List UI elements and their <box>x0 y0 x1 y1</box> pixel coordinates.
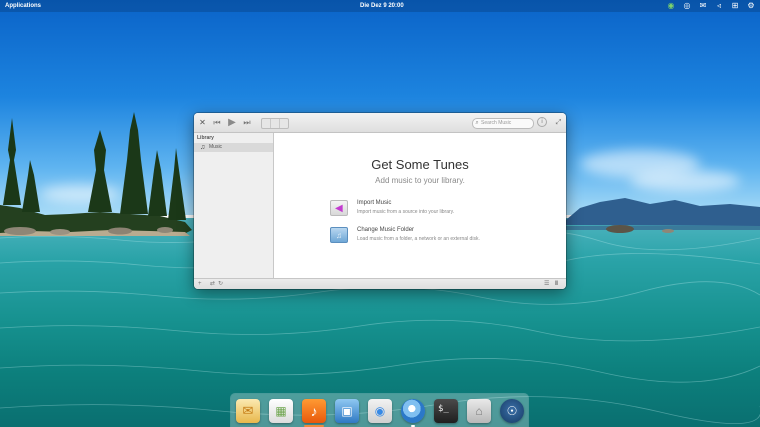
column-view-button[interactable] <box>280 119 288 128</box>
dock-browser-icon[interactable] <box>401 399 425 423</box>
sidebar-heading: Library <box>197 135 214 141</box>
network-icon[interactable]: ⊞ <box>730 1 740 11</box>
dock: ✉ ▦ ♪ ▣ ◉ $_ ⌂ ☉ <box>231 394 528 427</box>
next-track-icon[interactable]: ⏭ <box>241 117 253 128</box>
info-icon[interactable]: i <box>537 117 547 127</box>
welcome-screen: Get Some Tunes Add music to your library… <box>274 133 566 278</box>
dock-steam-icon[interactable]: ☉ <box>500 399 524 423</box>
mail-tray-icon[interactable]: ✉ <box>698 1 708 11</box>
queue-icon[interactable]: ☰ <box>544 279 549 289</box>
dock-music-icon[interactable]: ♪ <box>302 399 326 423</box>
photos-icon: ▣ <box>341 404 353 418</box>
top-panel: Applications Die Dez 9 20:00 ◉ ◎ ✉ ◃ ⊞ ⚙ <box>0 0 760 12</box>
files-icon: ⌂ <box>475 404 483 418</box>
music-folder-icon <box>330 227 348 243</box>
volume-icon[interactable]: ◃ <box>714 1 724 11</box>
play-icon[interactable]: ▶ <box>226 117 238 128</box>
repeat-icon[interactable]: ↻ <box>218 279 223 289</box>
music-note-icon: ♫ <box>200 144 206 151</box>
steam-icon: ☉ <box>506 404 518 418</box>
window-titlebar[interactable]: ✕ ⏮ ▶ ⏭ ⌕ Search Music i ⤢ <box>194 113 566 133</box>
view-mode-switcher <box>261 118 289 129</box>
power-icon[interactable]: ⚙ <box>746 1 756 11</box>
dock-mail-icon[interactable]: ✉ <box>236 399 260 423</box>
change-music-folder-option[interactable]: Change Music Folder Load music from a fo… <box>330 226 530 246</box>
add-playlist-icon[interactable]: + <box>198 279 202 289</box>
option-description: Import music from a source into your lib… <box>357 209 455 215</box>
option-title: Change Music Folder <box>357 227 415 233</box>
library-sidebar: Library ♫ Music <box>194 133 274 278</box>
steam-tray-icon[interactable]: ◎ <box>682 1 692 11</box>
sidebar-item-label: Music <box>209 144 223 150</box>
system-tray: ◉ ◎ ✉ ◃ ⊞ ⚙ <box>666 1 756 11</box>
option-description: Load music from a folder, a network or a… <box>357 236 480 242</box>
sidebar-item-music[interactable]: ♫ Music <box>194 143 273 152</box>
search-input[interactable]: ⌕ Search Music <box>472 118 534 129</box>
maximize-icon[interactable]: ⤢ <box>554 117 563 128</box>
equalizer-icon[interactable]: ‖ <box>555 279 558 289</box>
dock-terminal-icon[interactable]: $_ <box>434 399 458 423</box>
music-icon: ♪ <box>310 403 318 419</box>
dock-settings-icon[interactable]: ◉ <box>368 399 392 423</box>
calendar-icon: ▦ <box>275 404 287 418</box>
search-icon: ⌕ <box>475 120 479 126</box>
shuffle-icon[interactable]: ⇄ <box>210 279 215 289</box>
previous-track-icon[interactable]: ⏮ <box>211 117 223 128</box>
list-view-button[interactable] <box>271 119 280 128</box>
terminal-icon: $_ <box>438 404 449 414</box>
import-icon <box>330 200 348 216</box>
settings-icon: ◉ <box>374 404 386 418</box>
import-music-option[interactable]: Import Music Import music from a source … <box>330 199 530 219</box>
close-icon[interactable]: ✕ <box>197 117 208 128</box>
music-window: ✕ ⏮ ▶ ⏭ ⌕ Search Music i ⤢ Library ♫ Mus… <box>194 113 566 289</box>
welcome-title: Get Some Tunes <box>371 157 469 172</box>
panel-clock[interactable]: Die Dez 9 20:00 <box>360 0 404 12</box>
option-title: Import Music <box>357 200 392 206</box>
mail-icon: ✉ <box>242 403 254 418</box>
window-statusbar: + ⇄ ↻ ☰ ‖ <box>194 278 566 289</box>
dock-files-icon[interactable]: ⌂ <box>467 399 491 423</box>
dock-calendar-icon[interactable]: ▦ <box>269 399 293 423</box>
applications-menu[interactable]: Applications <box>5 0 41 12</box>
status-icon[interactable]: ◉ <box>666 1 676 11</box>
welcome-subtitle: Add music to your library. <box>375 176 465 185</box>
search-placeholder: Search Music <box>481 120 512 126</box>
grid-view-button[interactable] <box>262 119 271 128</box>
dock-photos-icon[interactable]: ▣ <box>335 399 359 423</box>
